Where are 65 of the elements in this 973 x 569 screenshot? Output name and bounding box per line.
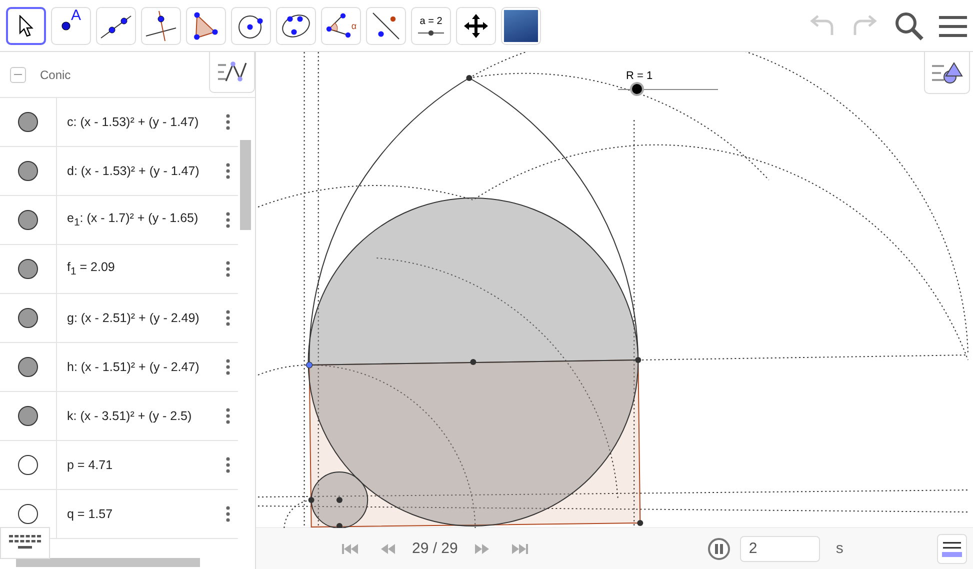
algebra-graph-icon <box>217 61 247 83</box>
ellipse-icon <box>280 12 312 40</box>
cursor-icon <box>18 14 34 36</box>
more-options-icon[interactable] <box>226 261 230 277</box>
visibility-toggle[interactable] <box>18 210 38 230</box>
speed-input-field[interactable]: 2 <box>740 536 820 562</box>
visibility-toggle[interactable] <box>18 112 38 132</box>
tool-button[interactable]: α <box>321 6 361 44</box>
tool-button[interactable]: a = 2 <box>411 6 451 44</box>
pause-button[interactable] <box>708 538 730 560</box>
algebra-expression[interactable]: q = 1.57 <box>67 507 113 521</box>
visibility-toggle[interactable] <box>18 308 38 328</box>
scrollbar[interactable] <box>240 140 251 230</box>
more-options-icon[interactable] <box>226 163 230 179</box>
unit-label: s <box>836 540 844 557</box>
more-options-icon[interactable] <box>226 114 230 130</box>
slider-icon <box>418 30 444 36</box>
tool-button[interactable]: A <box>51 6 91 44</box>
tool-label: A <box>70 6 81 24</box>
perpendicular-lines-icon <box>145 10 177 42</box>
visibility-toggle[interactable] <box>18 504 38 524</box>
description-button[interactable] <box>937 534 967 564</box>
pause-icon <box>714 544 723 554</box>
more-options-icon[interactable] <box>226 359 230 375</box>
algebra-expression[interactable]: c: (x - 1.53)² + (y - 1.47) <box>67 115 199 129</box>
algebra-expression[interactable]: h: (x - 1.51)² + (y - 2.47) <box>67 360 200 374</box>
more-options-icon[interactable] <box>226 408 230 424</box>
more-options-icon[interactable] <box>226 212 230 228</box>
algebra-expression[interactable]: f$_{1}$ = 2.09 <box>67 260 115 278</box>
line-icon <box>100 12 132 38</box>
scrollbar[interactable] <box>16 558 200 567</box>
group-title: Conic <box>40 68 72 82</box>
slider-label: R = 1 <box>626 70 653 82</box>
angle-icon <box>325 12 352 38</box>
point-icon <box>60 20 71 30</box>
keyboard-button[interactable] <box>0 527 50 559</box>
more-options-icon[interactable] <box>226 506 230 522</box>
more-options-icon[interactable] <box>226 310 230 326</box>
move-arrows-icon <box>463 12 489 38</box>
step-counter: 29 / 29 <box>412 540 458 557</box>
algebra-expression[interactable]: e$_{1}$: (x - 1.7)² + (y - 1.65) <box>67 211 198 229</box>
visibility-toggle[interactable] <box>18 455 38 475</box>
view-style-button[interactable] <box>924 52 970 94</box>
tool-label: α <box>351 20 357 30</box>
shapes-icon <box>931 62 963 84</box>
image-placeholder <box>504 10 538 42</box>
triangle-icon <box>194 12 218 40</box>
menu-icon[interactable] <box>939 14 967 36</box>
algebra-description-icon <box>941 540 963 558</box>
visibility-toggle[interactable] <box>18 161 38 181</box>
visibility-toggle[interactable] <box>18 259 38 279</box>
view-style-button[interactable] <box>209 52 255 93</box>
algebra-expression[interactable]: k: (x - 3.51)² + (y - 2.5) <box>67 409 192 423</box>
tool-button[interactable] <box>6 6 46 44</box>
search-icon[interactable] <box>894 10 924 40</box>
collapse-button[interactable] <box>10 66 26 82</box>
more-options-icon[interactable] <box>226 457 230 473</box>
algebra-expression[interactable]: p = 4.71 <box>67 458 113 472</box>
tool-label: a = 2 <box>420 16 442 26</box>
slider-thumb[interactable] <box>630 82 644 96</box>
algebra-expression[interactable]: g: (x - 2.51)² + (y - 2.49) <box>67 311 200 325</box>
visibility-toggle[interactable] <box>18 357 38 377</box>
reflect-point-icon <box>371 10 401 40</box>
visibility-toggle[interactable] <box>18 406 38 426</box>
algebra-expression[interactable]: d: (x - 1.53)² + (y - 1.47) <box>67 164 200 178</box>
